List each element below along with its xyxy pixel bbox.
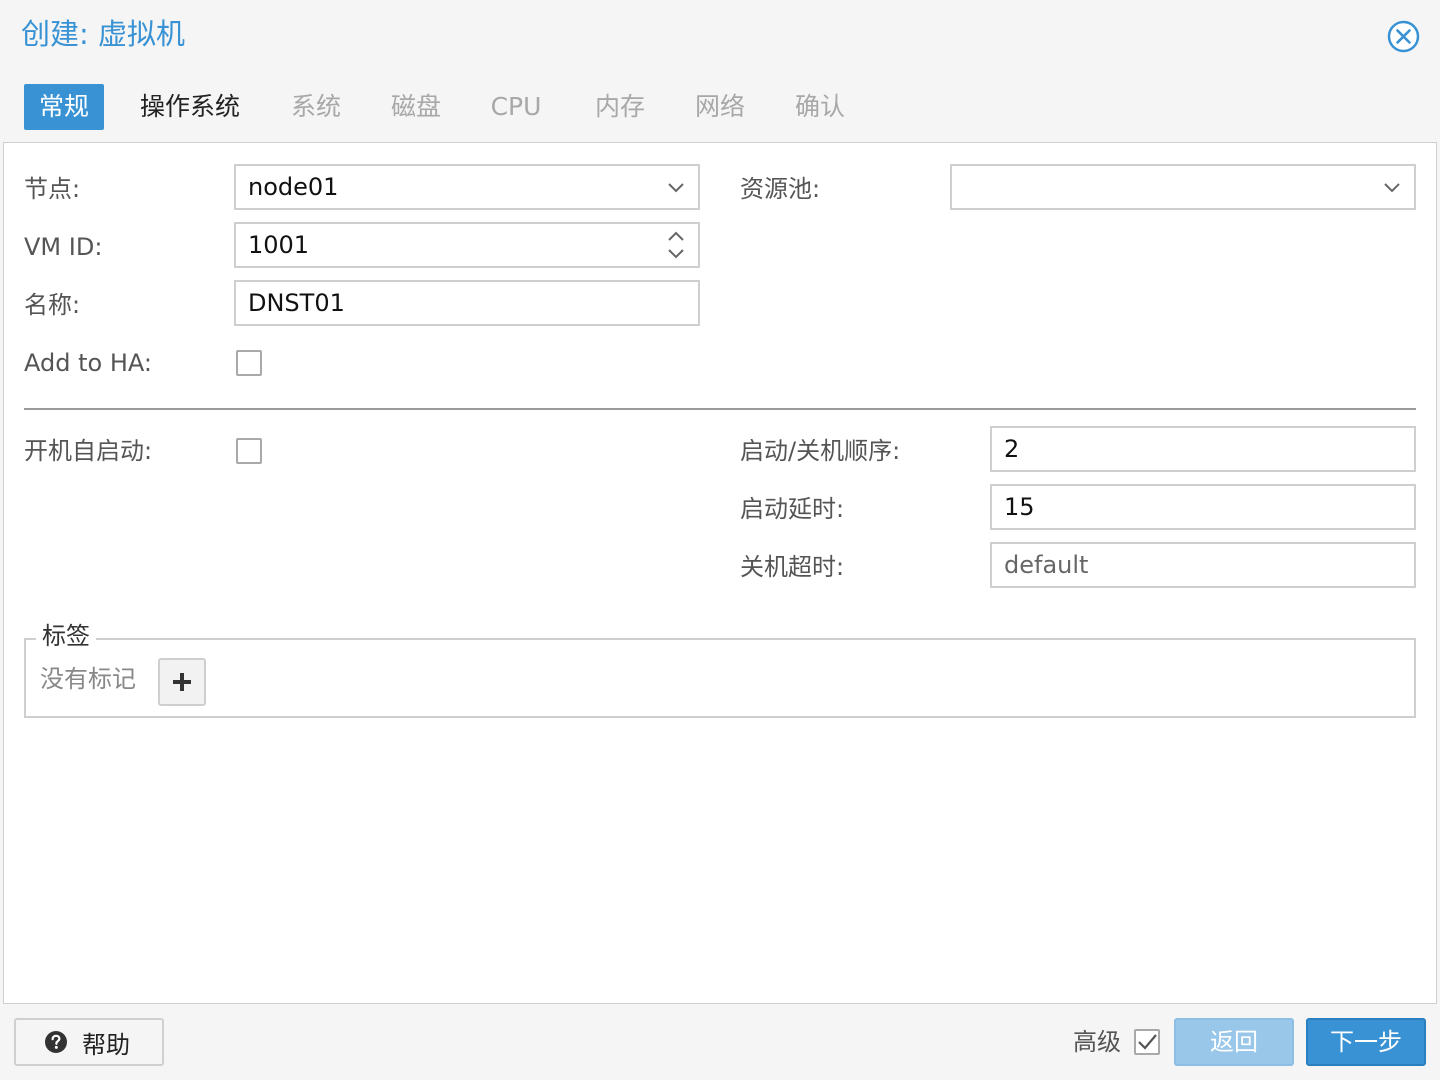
node-select[interactable]: node01 [234,164,700,210]
question-circle-icon [45,1031,67,1053]
tab-os[interactable]: 操作系统 [128,84,252,130]
advanced-checkbox[interactable] [1134,1029,1160,1055]
plus-icon [173,673,191,691]
onboot-checkbox[interactable] [236,438,262,464]
help-button[interactable]: 帮助 [14,1018,164,1066]
next-button[interactable]: 下一步 [1306,1018,1426,1066]
dialog-title: 创建: 虚拟机 [21,17,185,51]
tab-cpu[interactable]: CPU [484,84,548,130]
create-vm-dialog: 创建: 虚拟机 常规 操作系统 系统 磁盘 CPU 内存 网络 确认 节点: n… [0,0,1440,1080]
add-tag-button[interactable] [158,658,206,706]
section-divider [24,408,1416,410]
vmid-label: VM ID: [24,233,103,261]
close-icon[interactable] [1387,20,1420,53]
tab-confirm[interactable]: 确认 [788,84,852,130]
startup-order-label: 启动/关机顺序: [740,437,901,465]
startup-delay-value: 15 [1004,493,1035,521]
shutdown-timeout-placeholder: default [1004,551,1089,579]
onboot-label: 开机自启动: [24,437,153,465]
startup-order-value: 2 [1004,435,1020,463]
node-label: 节点: [24,175,81,203]
pool-label: 资源池: [740,175,821,203]
tab-network[interactable]: 网络 [688,84,752,130]
chevron-down-icon[interactable] [1380,166,1404,208]
name-input[interactable]: DNST01 [234,280,700,326]
tab-system[interactable]: 系统 [284,84,348,130]
ha-checkbox[interactable] [236,350,262,376]
tags-fieldset [24,638,1416,718]
tab-disks[interactable]: 磁盘 [384,84,448,130]
name-label: 名称: [24,291,81,319]
help-label: 帮助 [82,1030,130,1059]
shutdown-timeout-label: 关机超时: [740,553,845,581]
node-value: node01 [248,173,339,201]
back-button[interactable]: 返回 [1174,1018,1294,1066]
ha-label: Add to HA: [24,349,152,377]
no-tags-text: 没有标记 [40,665,136,693]
vmid-spinner[interactable]: 1001 [234,222,700,268]
pool-select[interactable] [950,164,1416,210]
tags-legend: 标签 [36,621,96,651]
vmid-value: 1001 [248,231,310,259]
chevron-down-icon[interactable] [664,166,688,208]
startup-delay-label: 启动延时: [740,495,845,523]
shutdown-timeout-input[interactable]: default [990,542,1416,588]
name-value: DNST01 [248,289,345,317]
startup-delay-input[interactable]: 15 [990,484,1416,530]
tab-memory[interactable]: 内存 [588,84,652,130]
startup-order-input[interactable]: 2 [990,426,1416,472]
spinner-arrows-icon[interactable] [664,224,688,266]
advanced-label: 高级 [1073,1028,1121,1056]
checkmark-icon [1138,1034,1157,1050]
tab-general[interactable]: 常规 [24,84,104,130]
